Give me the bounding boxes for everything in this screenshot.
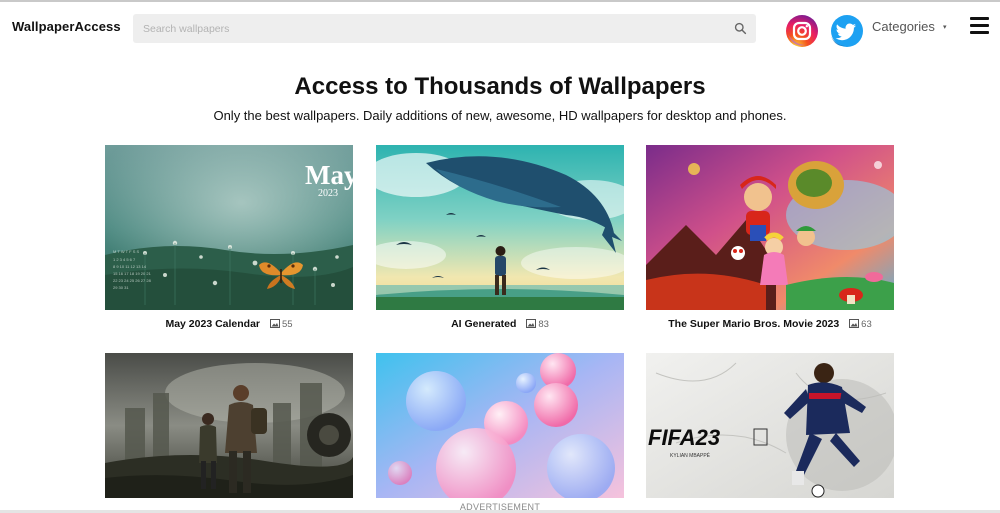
svg-text:M T W T F S S: M T W T F S S — [113, 249, 139, 254]
player-name-text: KYLIAN MBAPPÉ — [670, 452, 711, 459]
wallpaper-card — [105, 353, 353, 498]
hamburger-menu-icon[interactable] — [970, 17, 990, 34]
search-icon[interactable] — [734, 22, 747, 35]
image-count: 63 — [861, 319, 872, 330]
twitter-icon[interactable] — [829, 14, 865, 48]
wallpaper-thumbnail[interactable] — [646, 145, 894, 310]
wallpaper-title-link[interactable]: The Super Mario Bros. Movie 2023 — [668, 318, 839, 330]
categories-dropdown[interactable]: Categories — [872, 19, 935, 34]
page-subtitle: Only the best wallpapers. Daily addition… — [213, 108, 787, 123]
wallpaper-card — [376, 353, 624, 498]
search-bar — [133, 14, 756, 43]
wallpaper-thumbnail[interactable] — [376, 353, 624, 498]
wallpaper-thumbnail[interactable]: FIFA23 KYLIAN MBAPPÉ — [646, 353, 894, 498]
svg-text:8 9 10 11 12 13 14: 8 9 10 11 12 13 14 — [113, 264, 147, 269]
wallpaper-card: The Super Mario Bros. Movie 2023 63 — [646, 145, 894, 332]
image-count: 83 — [538, 319, 549, 330]
wallpaper-title-link[interactable]: May 2023 Calendar — [165, 318, 260, 330]
instagram-icon[interactable] — [785, 14, 819, 48]
svg-text:29 30 31: 29 30 31 — [113, 285, 129, 290]
brand-logo[interactable]: WallpaperAccess — [12, 19, 121, 34]
wallpaper-thumbnail[interactable] — [105, 353, 353, 498]
wallpaper-caption: May 2023 Calendar 55 — [105, 317, 353, 332]
image-icon — [849, 319, 860, 328]
wallpaper-caption: The Super Mario Bros. Movie 2023 63 — [646, 317, 894, 332]
page: WallpaperAccess Search wallpapers Catego… — [0, 0, 1000, 513]
chevron-down-icon[interactable]: ▾ — [943, 23, 947, 31]
svg-text:15 16 17 18 19 20 21: 15 16 17 18 19 20 21 — [113, 271, 152, 276]
wallpaper-card: AI Generated 83 — [376, 145, 624, 332]
svg-text:1 2 3 4 5 6 7: 1 2 3 4 5 6 7 — [113, 257, 136, 262]
image-icon — [269, 319, 280, 328]
wallpaper-caption: AI Generated 83 — [376, 317, 624, 332]
image-count: 55 — [281, 319, 293, 330]
fifa-logo-text: FIFA23 — [648, 425, 720, 450]
svg-text:22 23 24 25 26 27 28: 22 23 24 25 26 27 28 — [113, 278, 152, 283]
wallpaper-title-link[interactable]: AI Generated — [451, 318, 516, 330]
search-input[interactable] — [133, 14, 733, 43]
wallpaper-card: M T W T F S S 1 2 3 4 5 6 7 8 9 10 11 12… — [105, 145, 353, 332]
wallpaper-thumbnail[interactable]: M T W T F S S 1 2 3 4 5 6 7 8 9 10 11 12… — [105, 145, 353, 310]
calendar-year-text: 2023 — [318, 188, 338, 199]
header: WallpaperAccess Search wallpapers Catego… — [0, 2, 1000, 52]
image-icon — [526, 319, 537, 328]
page-title: Access to Thousands of Wallpapers — [294, 73, 706, 100]
wallpaper-card: FIFA23 KYLIAN MBAPPÉ — [646, 353, 894, 498]
calendar-month-text: May — [305, 160, 353, 190]
wallpaper-thumbnail[interactable] — [376, 145, 624, 310]
